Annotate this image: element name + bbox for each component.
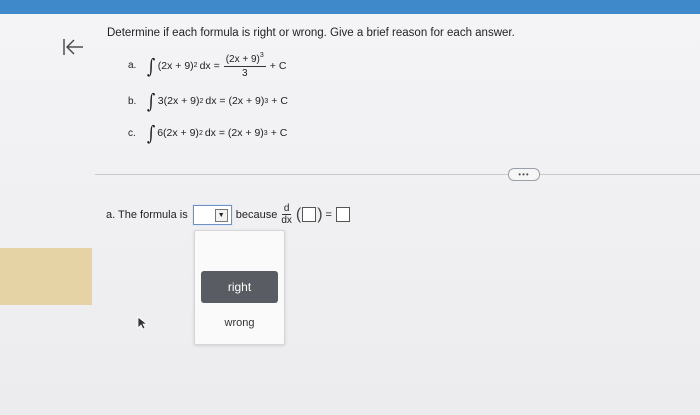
option-wrong[interactable]: wrong <box>201 311 278 335</box>
question-prompt: Determine if each formula is right or wr… <box>107 27 515 39</box>
integral-sign: ∫ <box>147 89 156 113</box>
answer-row: a. The formula is ▼ because d dx ( ) = <box>106 203 351 226</box>
option-right[interactable]: right <box>201 271 278 303</box>
answer-prefix: a. The formula is <box>106 208 188 221</box>
dropdown-menu: right wrong <box>194 230 285 345</box>
formula-c: c. ∫ 6(2x + 9) 2 dx = (2x + 9) 3 + C <box>128 123 287 143</box>
numerator-exponent: 3 <box>259 52 264 59</box>
integrand: 3(2x + 9) <box>157 95 200 107</box>
exponent: 2 <box>199 97 204 105</box>
back-to-start-icon[interactable] <box>60 36 86 58</box>
equals-sign: = <box>325 208 332 221</box>
formula-judgement-dropdown[interactable]: ▼ <box>192 204 232 225</box>
derivative-numerator: d <box>281 203 292 215</box>
because-label: because <box>235 208 278 221</box>
dx-equals: dx = <box>199 59 220 72</box>
fraction: (2x + 9)3 3 <box>223 52 266 79</box>
item-label: b. <box>128 95 137 107</box>
derivative-denominator: dx <box>281 215 292 226</box>
integrand: (2x + 9) <box>157 59 194 72</box>
constant: + C <box>271 95 288 107</box>
constant: + C <box>270 127 288 139</box>
derivative-input-box[interactable] <box>302 207 317 222</box>
expand-more-button[interactable]: ••• <box>508 168 540 181</box>
fraction-denominator: 3 <box>241 68 248 79</box>
integral-sign: ∫ <box>146 121 156 145</box>
exponent: 2 <box>198 129 203 137</box>
constant: + C <box>269 59 287 72</box>
integrand: 6(2x + 9) <box>157 127 199 139</box>
exponent: 2 <box>193 62 198 69</box>
dx-equals: dx = (2x + 9) <box>205 95 265 107</box>
ellipsis-icon: ••• <box>518 169 530 179</box>
dx-equals: dx = (2x + 9) <box>204 127 264 139</box>
formula-a: a. ∫ (2x + 9) 2 dx = (2x + 9)3 3 + C <box>128 52 286 79</box>
item-label: c. <box>128 127 136 139</box>
dropdown-arrow-icon[interactable]: ▼ <box>214 208 228 222</box>
left-paren: ( <box>295 205 302 223</box>
right-paren: ) <box>317 205 323 223</box>
section-divider <box>95 174 700 175</box>
result-input-box[interactable] <box>335 207 350 222</box>
mouse-cursor-icon <box>137 316 149 330</box>
item-label: a. <box>128 60 137 71</box>
formula-b: b. ∫ 3(2x + 9) 2 dx = (2x + 9) 3 + C <box>128 91 288 111</box>
rhs-exponent: 3 <box>263 129 268 137</box>
top-bar <box>0 0 700 14</box>
left-highlight-strip <box>0 248 92 305</box>
derivative-operator: d dx <box>281 203 292 226</box>
rhs-exponent: 3 <box>264 97 269 105</box>
fraction-numerator: (2x + 9) <box>225 54 260 65</box>
integral-sign: ∫ <box>147 53 156 78</box>
